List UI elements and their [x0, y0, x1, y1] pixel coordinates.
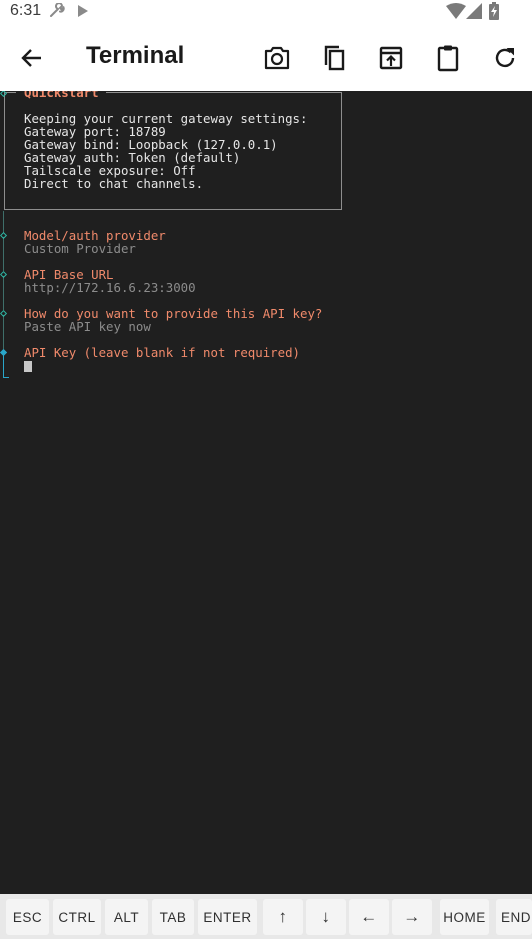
step-prompt: API Key (leave blank if not required)	[24, 345, 301, 360]
status-time: 6:31	[10, 2, 42, 19]
play-icon	[76, 4, 90, 23]
key-arrow-down[interactable]: ↓	[306, 899, 346, 935]
step-answer: Custom Provider	[24, 241, 136, 256]
key-end[interactable]: END	[496, 899, 532, 935]
step-marker	[0, 270, 8, 279]
step-connector	[3, 276, 4, 310]
status-bar: 6:31	[0, 0, 532, 24]
key-arrow-left[interactable]: ←	[349, 899, 389, 935]
step-connector	[3, 315, 4, 349]
open-in-new-icon	[379, 46, 403, 70]
copy-button[interactable]	[319, 43, 349, 73]
app-bar: Terminal	[0, 24, 532, 91]
back-button[interactable]	[18, 44, 46, 72]
key-arrow-right[interactable]: →	[392, 899, 432, 935]
page-title: Terminal	[86, 42, 185, 69]
quickstart-title: Quickstart	[24, 91, 99, 100]
terminal-output[interactable]: Quickstart Keeping your current gateway …	[0, 91, 532, 894]
camera-icon	[264, 46, 290, 70]
screenshot-button[interactable]	[262, 43, 292, 73]
key-enter[interactable]: ENTER	[198, 899, 257, 935]
key-ctrl[interactable]: CTRL	[53, 899, 101, 935]
step-answer: Paste API key now	[24, 319, 151, 334]
box-line: Direct to chat channels.	[24, 176, 204, 191]
step-connector	[3, 211, 4, 233]
key-arrow-up[interactable]: ↑	[263, 899, 303, 935]
step-marker	[0, 231, 8, 240]
open-in-new-button[interactable]	[376, 43, 406, 73]
wrench-icon	[48, 2, 66, 24]
clipboard-icon	[437, 45, 459, 72]
step-answer: http://172.16.6.23:3000	[24, 280, 196, 295]
active-step-corner	[3, 366, 9, 378]
battery-charging-icon	[488, 2, 500, 25]
active-step-connector	[3, 355, 4, 366]
key-tab[interactable]: TAB	[152, 899, 194, 935]
key-esc[interactable]: ESC	[6, 899, 49, 935]
wifi-icon	[446, 3, 466, 24]
key-alt[interactable]: ALT	[105, 899, 148, 935]
refresh-button[interactable]	[490, 43, 520, 73]
step-marker	[0, 309, 8, 318]
paste-button[interactable]	[433, 43, 463, 73]
extra-keys-bar: ESC CTRL ALT TAB ENTER ↑ ↓ ← → HOME END	[0, 894, 532, 939]
refresh-icon	[495, 48, 515, 68]
step-connector	[3, 237, 4, 271]
arrow-back-icon	[21, 49, 41, 67]
signal-icon	[466, 3, 482, 24]
copy-icon	[324, 45, 345, 71]
terminal-cursor[interactable]	[24, 361, 32, 372]
key-home[interactable]: HOME	[440, 899, 489, 935]
box-border	[106, 92, 341, 93]
